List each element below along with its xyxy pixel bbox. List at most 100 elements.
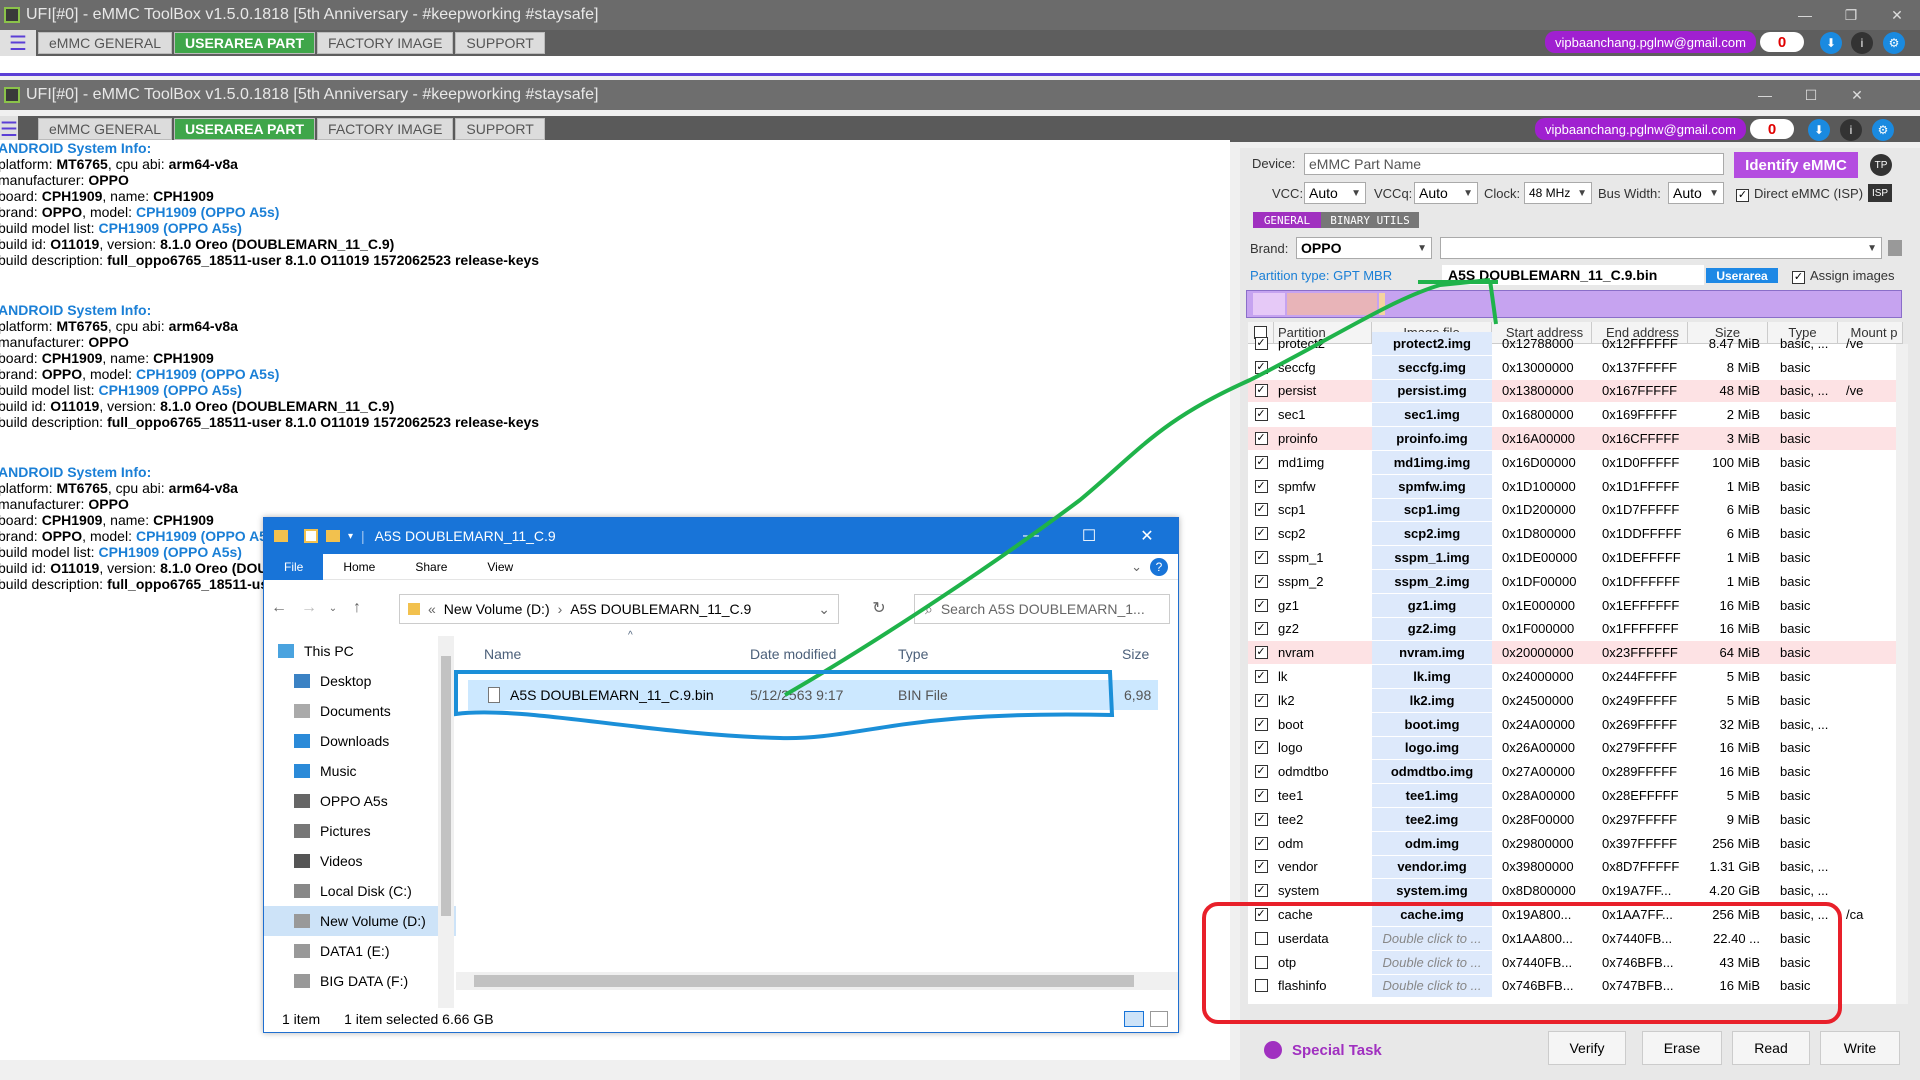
ribbon-tab-view[interactable]: View (467, 560, 533, 574)
checkbox[interactable]: ✓ (1254, 622, 1268, 636)
row-checkbox[interactable]: ✓ (1248, 451, 1274, 474)
minimize-icon[interactable]: — (1782, 0, 1828, 30)
partition-row[interactable]: userdata Double click to ... 0x1AA800... 0x… (1248, 926, 1903, 951)
ribbon-tab-home[interactable]: Home (323, 560, 395, 574)
ribbon-tab-file[interactable]: File (264, 553, 324, 580)
image-file[interactable]: protect2.img (1372, 332, 1492, 355)
minimize-icon[interactable]: — (1742, 80, 1788, 110)
checkbox[interactable]: ✓ (1254, 741, 1268, 755)
image-file[interactable]: vendor.img (1372, 855, 1492, 879)
brand-select[interactable]: OPPO ▼ (1296, 237, 1432, 259)
checkbox[interactable]: ✓ (1254, 574, 1268, 588)
image-file[interactable]: Double click to ... (1372, 950, 1492, 974)
nav-item-documents[interactable]: Documents (264, 696, 456, 726)
breadcrumb-folder[interactable]: A5S DOUBLEMARN_11_C.9 (570, 601, 751, 617)
erase-button[interactable]: Erase (1642, 1031, 1722, 1065)
quick-access-check-icon[interactable] (304, 529, 318, 543)
tab-userarea-part[interactable]: USERAREA PART (174, 118, 316, 140)
minimize-icon[interactable]: — (1002, 518, 1060, 554)
partition-row[interactable]: ✓ lk lk.img 0x24000000 0x244FFFFF 5 MiB basic (1248, 665, 1903, 689)
partition-row[interactable]: ✓ lk2 lk2.img 0x24500000 0x249FFFFF 5 MiB basi… (1248, 688, 1903, 713)
partition-row[interactable]: ✓ proinfo proinfo.img 0x16A00000 0x16CFFFFF 3… (1248, 427, 1903, 451)
col-size[interactable]: Size (1122, 646, 1149, 662)
vccq-select[interactable]: Auto ▼ (1414, 182, 1478, 204)
image-file[interactable]: lk.img (1372, 665, 1492, 688)
vcc-select[interactable]: Auto ▼ (1304, 182, 1366, 204)
up-arrow-icon[interactable]: ↑ (342, 599, 372, 617)
checkbox[interactable]: ✓ (1254, 717, 1268, 731)
image-file[interactable]: tee1.img (1372, 784, 1492, 807)
image-file[interactable]: sec1.img (1372, 403, 1492, 427)
nav-scrollbar[interactable] (438, 636, 454, 1008)
chevron-down-icon[interactable]: ⌄ (818, 601, 830, 618)
isp-button[interactable]: ISP (1868, 184, 1892, 202)
back-arrow-icon[interactable]: ← (264, 599, 294, 617)
row-checkbox[interactable] (1248, 927, 1274, 950)
partition-row[interactable]: ✓ protect2 protect2.img 0x12788000 0x12FFFFF… (1248, 332, 1903, 356)
partition-row[interactable]: flashinfo Double click to ... 0x746BFB... 0… (1248, 974, 1903, 999)
row-checkbox[interactable]: ✓ (1248, 784, 1274, 807)
large-icons-view-icon[interactable] (1150, 1011, 1168, 1027)
partition-row[interactable]: ✓ system system.img 0x8D800000 0x19A7FF... 4.… (1248, 879, 1903, 904)
nav-item-videos[interactable]: Videos (264, 846, 456, 876)
partition-row[interactable]: ✓ scp2 scp2.img 0x1D800000 0x1DDFFFFF 6 MiB ba… (1248, 522, 1903, 547)
maximize-icon[interactable]: ☐ (1788, 80, 1834, 110)
image-file[interactable]: Double click to ... (1372, 926, 1492, 950)
checkbox[interactable]: ✓ (1254, 336, 1268, 350)
partition-row[interactable]: ✓ spmfw spmfw.img 0x1D100000 0x1D1FFFFF 1 MiB… (1248, 474, 1903, 499)
row-checkbox[interactable]: ✓ (1248, 808, 1274, 831)
partition-row[interactable]: ✓ persist persist.img 0x13800000 0x167FFFFF 4… (1248, 379, 1903, 404)
partition-row[interactable]: ✓ sspm_2 sspm_2.img 0x1DF00000 0x1DFFFFFF 1 M… (1248, 569, 1903, 594)
horizontal-scrollbar-thumb[interactable] (474, 975, 1134, 987)
search-box[interactable]: ⌕ Search A5S DOUBLEMARN_1... (914, 594, 1170, 624)
checkbox[interactable]: ✓ (1254, 598, 1268, 612)
row-checkbox[interactable]: ✓ (1248, 522, 1274, 545)
details-view-icon[interactable] (1124, 1011, 1144, 1027)
info-model[interactable]: CPH1909 (OPPO A5s) (136, 204, 279, 220)
row-checkbox[interactable]: ✓ (1248, 713, 1274, 736)
image-file[interactable]: scp1.img (1372, 498, 1492, 522)
row-checkbox[interactable]: ✓ (1248, 856, 1274, 879)
partition-row[interactable]: ✓ odmdtbo odmdtbo.img 0x27A00000 0x289FFFFF 1… (1248, 760, 1903, 785)
nav-scrollbar-thumb[interactable] (441, 656, 451, 916)
row-checkbox[interactable]: ✓ (1248, 403, 1274, 426)
image-file[interactable]: Double click to ... (1372, 974, 1492, 998)
help-icon[interactable]: ? (1150, 557, 1168, 576)
checkbox[interactable]: ✓ (1254, 860, 1268, 874)
image-file[interactable]: sspm_1.img (1372, 546, 1492, 569)
partition-row[interactable]: ✓ boot boot.img 0x24A00000 0x269FFFFF 32 MiB b… (1248, 712, 1903, 737)
info-icon[interactable]: i (1851, 32, 1873, 54)
row-checkbox[interactable]: ✓ (1248, 427, 1274, 450)
partition-row[interactable]: ✓ odm odm.img 0x29800000 0x397FFFFF 256 MiB ba… (1248, 831, 1903, 856)
image-file[interactable]: tee2.img (1372, 807, 1492, 831)
partition-row[interactable]: ✓ sspm_1 sspm_1.img 0x1DE00000 0x1DEFFFFF 1 M… (1248, 546, 1903, 570)
ribbon-tab-share[interactable]: Share (395, 560, 467, 574)
partition-row[interactable]: ✓ tee1 tee1.img 0x28A00000 0x28EFFFFF 5 MiB ba… (1248, 784, 1903, 808)
chevron-down-icon[interactable]: ⌄ (1131, 559, 1142, 575)
checkbox[interactable]: ✓ (1254, 670, 1268, 684)
row-checkbox[interactable] (1248, 975, 1274, 998)
checkbox[interactable] (1254, 979, 1268, 993)
dropdown-arrow-icon[interactable]: ▾ (348, 531, 353, 542)
download-icon[interactable]: ⬇ (1808, 119, 1830, 141)
hamburger-menu-icon[interactable]: ☰ (0, 30, 36, 56)
partition-row[interactable]: ✓ gz2 gz2.img 0x1F000000 0x1FFFFFFF 16 MiB bas… (1248, 617, 1903, 642)
checkbox[interactable]: ✓ (1254, 812, 1268, 826)
file-row[interactable]: A5S DOUBLEMARN_11_C.9.bin 5/12/2563 9:17… (468, 680, 1158, 710)
checkbox[interactable] (1254, 931, 1268, 945)
checkbox[interactable]: ✓ (1254, 432, 1268, 446)
image-file[interactable]: odmdtbo.img (1372, 760, 1492, 784)
partition-row[interactable]: ✓ nvram nvram.img 0x20000000 0x23FFFFFF 64 Mi… (1248, 641, 1903, 666)
checkbox[interactable]: ✓ (1254, 765, 1268, 779)
image-file[interactable]: spmfw.img (1372, 474, 1492, 498)
recent-dropdown-icon[interactable]: ⌄ (324, 603, 342, 614)
col-name[interactable]: Name (484, 646, 521, 662)
image-file[interactable]: proinfo.img (1372, 427, 1492, 450)
nav-item-downloads[interactable]: Downloads (264, 726, 456, 756)
tab-factory-image[interactable]: FACTORY IMAGE (317, 118, 454, 140)
row-checkbox[interactable]: ✓ (1248, 332, 1274, 355)
row-checkbox[interactable]: ✓ (1248, 546, 1274, 569)
checkbox[interactable]: ✓ (1254, 360, 1268, 374)
row-checkbox[interactable]: ✓ (1248, 570, 1274, 593)
checkbox[interactable]: ✓ (1254, 789, 1268, 803)
